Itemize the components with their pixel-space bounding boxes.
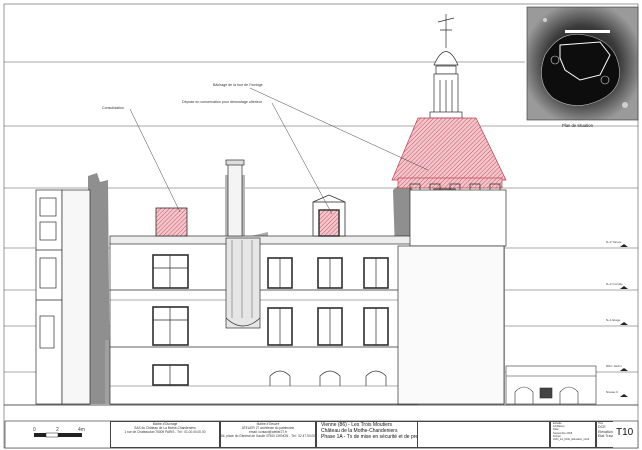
level-label: N+1 Etage — [606, 318, 621, 322]
annotation-consolidation: Consolidation — [102, 106, 124, 110]
annotation-depose: Dépose en conservation pour démontage ul… — [182, 100, 262, 104]
title-block-meta: Echelle 1/100ème Date Septembre 2018 Fic… — [550, 421, 596, 448]
meta-file: LMC_1A_DCE_Elévation_Nord — [553, 438, 590, 442]
title-block-owner: Maître d'Ouvrage SAS du Château de La Mo… — [110, 421, 220, 448]
scale-label: 4m — [78, 427, 85, 433]
leader-lines — [129, 87, 429, 215]
level-label: N+2 Comble — [606, 282, 623, 286]
level-markers — [620, 244, 628, 397]
level-label: N+3 Toiture — [606, 240, 622, 244]
annotation-bachage: Bâchage de la tour de l'horloge — [213, 83, 263, 87]
title-block-doc: Titre DCE Elévation Nord Etat Travaux — [596, 421, 613, 448]
level-label: RDC Jardin — [606, 364, 622, 368]
right-outbuilding — [505, 365, 597, 405]
location-plan-caption: Plan de situation — [562, 123, 593, 128]
doc-state: Etat Travaux — [598, 434, 613, 439]
owner-address: 1 rue de Chateaudun 75009 PARIS - Tél : … — [124, 430, 206, 434]
project-phase: Phase 1A - Tx de mise en sécurité et de … — [321, 434, 417, 440]
level-label: Niveau 0 — [606, 390, 618, 394]
situation-plan — [526, 6, 639, 121]
left-tower — [35, 189, 91, 405]
main-facade — [109, 235, 419, 405]
title-block-architect: Maître d'Oeuvre ATELIER 27 architecte du… — [220, 421, 316, 448]
elevation-drawing — [3, 3, 639, 449]
scale-label: 2 — [56, 427, 59, 433]
dormers — [155, 194, 346, 237]
scale-bar — [34, 432, 82, 438]
scale-label: 0 — [33, 427, 36, 433]
title-block-project: Vienne (86) - Les Trois Moutiers Château… — [316, 421, 418, 448]
sheet-number: T10 — [616, 427, 634, 438]
title-block-blank — [418, 421, 550, 448]
architect-address: 54, place du Général de Gaulle 37500 CHI… — [221, 434, 315, 438]
